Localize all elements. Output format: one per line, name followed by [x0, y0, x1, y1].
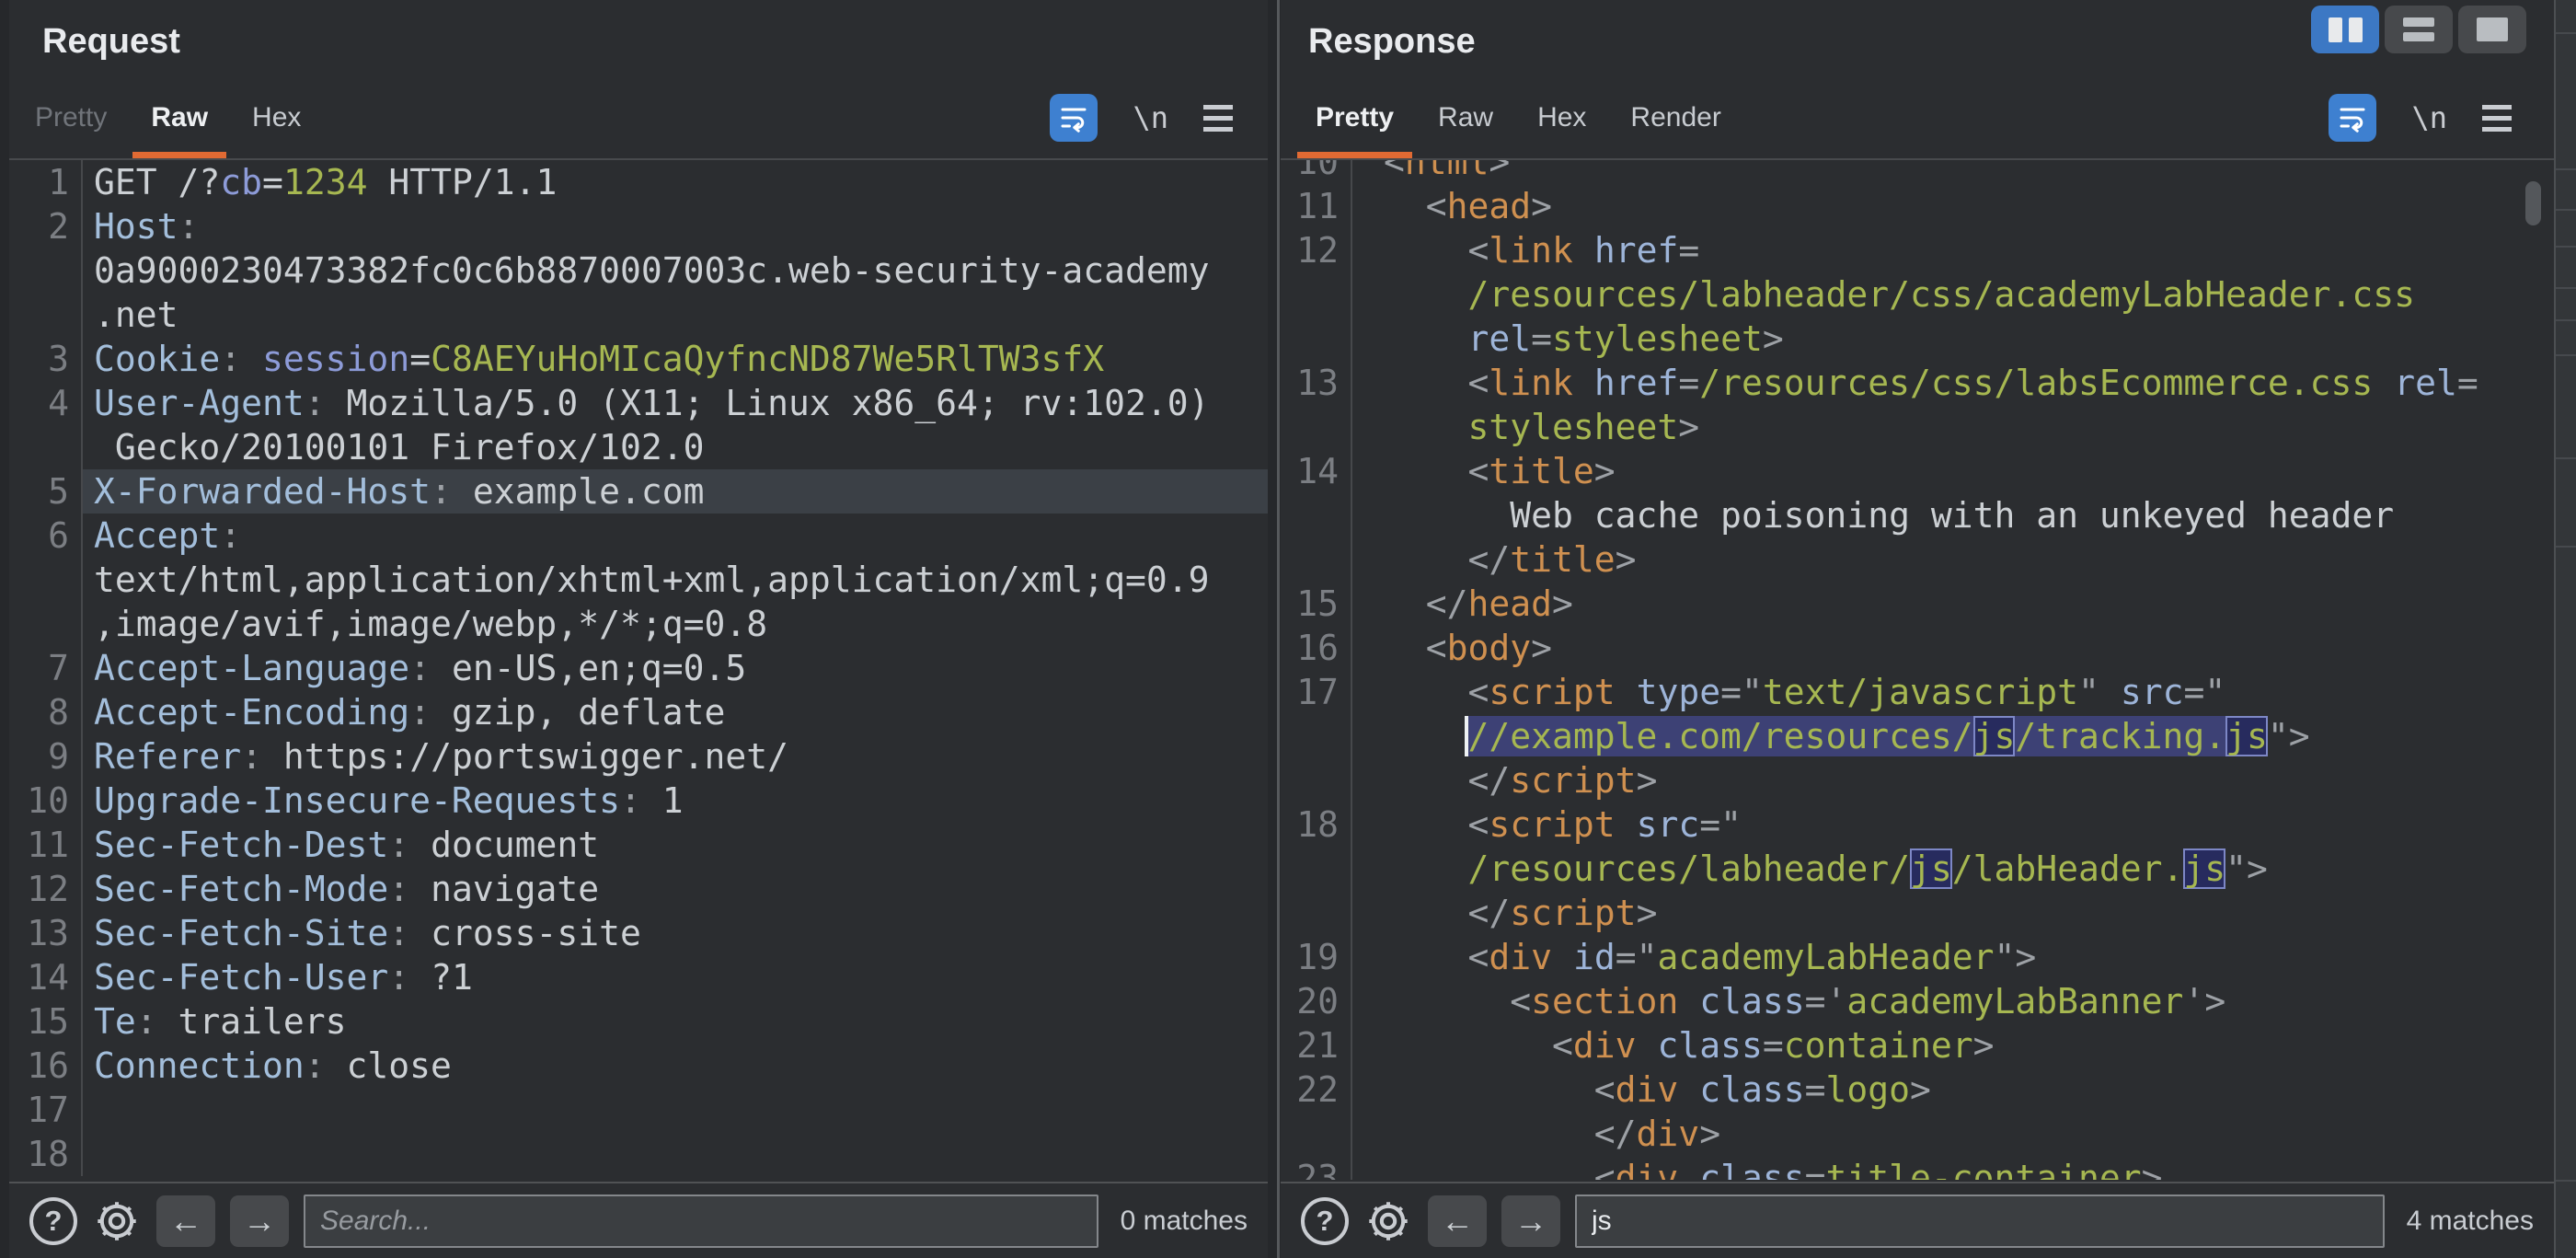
word-wrap-toggle-button[interactable]	[2329, 94, 2377, 142]
right-collapsed-strip[interactable]	[2554, 0, 2576, 1258]
request-search-bar: ? ← → 0 matches	[9, 1182, 1268, 1258]
response-scrollbar-thumb[interactable]	[2525, 181, 2541, 225]
code-line: 16 Connection: close	[9, 1044, 1268, 1088]
code-line: /resources/labheader/css/academyLabHeade…	[1281, 272, 2521, 317]
tab-hex[interactable]: Hex	[1515, 77, 1608, 158]
response-panel-title: Response	[1308, 22, 1476, 61]
code-line: </title>	[1281, 537, 2521, 582]
code-line: ,image/avif,image/webp,*/*;q=0.8	[9, 602, 1268, 646]
request-editor[interactable]: 1 GET /?cb=1234 HTTP/1.1 2 Host: 0a900023047…	[9, 160, 1268, 1180]
code-line: 7 Accept-Language: en-US,en;q=0.5	[9, 646, 1268, 690]
next-match-button[interactable]: →	[1501, 1195, 1560, 1247]
response-search-bar: ? ← → 4 matches	[1281, 1182, 2554, 1258]
code-line: /resources/labheader/js/labHeader.js">	[1281, 847, 2521, 891]
code-line: 13 <link href=/resources/css/labsEcommer…	[1281, 361, 2521, 405]
response-search-input[interactable]	[1575, 1194, 2385, 1248]
code-line: 14 Sec-Fetch-User: ?1	[9, 955, 1268, 999]
code-line: Gecko/20100101 Firefox/102.0	[9, 425, 1268, 469]
tab-hex[interactable]: Hex	[230, 77, 323, 158]
code-line: 4 User-Agent: Mozilla/5.0 (X11; Linux x86…	[9, 381, 1268, 425]
response-editor[interactable]: 10 <html> 11 <head> 12 <link href= /resourc…	[1281, 160, 2521, 1180]
code-line: </div>	[1281, 1112, 2521, 1156]
editor-menu-icon[interactable]	[2482, 104, 2512, 132]
code-line: 11 <head>	[1281, 184, 2521, 228]
word-wrap-toggle-button[interactable]	[1050, 94, 1098, 142]
layout-columns-button[interactable]	[2311, 6, 2379, 53]
code-line: stylesheet>	[1281, 405, 2521, 449]
code-line: 10 Upgrade-Insecure-Requests: 1	[9, 779, 1268, 823]
code-line: 22 <div class=logo>	[1281, 1068, 2521, 1112]
tab-raw[interactable]: Raw	[1416, 77, 1515, 158]
request-search-input[interactable]	[304, 1194, 1098, 1248]
word-wrap-icon	[1061, 108, 1087, 133]
code-line: 15 Te: trailers	[9, 999, 1268, 1044]
tab-render[interactable]: Render	[1608, 77, 1742, 158]
layout-rows-button[interactable]	[2385, 6, 2453, 53]
code-line: 0a9000230473382fc0c6b8870007003c.web-sec…	[9, 248, 1268, 293]
window-left-edge	[0, 0, 9, 1258]
code-line: 20 <section class='academyLabBanner'>	[1281, 979, 2521, 1023]
code-line: 5 X-Forwarded-Host: example.com	[9, 469, 1268, 514]
search-settings-gear-icon[interactable]	[1363, 1196, 1413, 1246]
code-line: </script>	[1281, 891, 2521, 935]
code-line: 2 Host:	[9, 204, 1268, 248]
code-line: 9 Referer: https://portswigger.net/	[9, 734, 1268, 779]
code-line: //example.com/resources/js/tracking.js">	[1281, 714, 2521, 758]
code-line: 23 <div class=title-container>	[1281, 1156, 2521, 1180]
request-panel-title: Request	[42, 22, 180, 61]
request-panel: Request Pretty Raw Hex \n 1 GET /?cb=1234 H…	[0, 0, 1268, 1258]
code-line: 11 Sec-Fetch-Dest: document	[9, 823, 1268, 867]
code-line: 21 <div class=container>	[1281, 1023, 2521, 1068]
panel-divider[interactable]	[1268, 0, 1281, 1258]
response-panel: Response Pretty Raw Hex Render \n 10 <html> 1…	[1281, 0, 2576, 1258]
layout-switcher	[2311, 6, 2526, 53]
code-line: 12 <link href=	[1281, 228, 2521, 272]
code-line: rel=stylesheet>	[1281, 317, 2521, 361]
response-tabbar: Pretty Raw Hex Render	[1294, 77, 1743, 158]
request-editor-toolbar: \n	[1050, 88, 1233, 147]
code-line: 10 <html>	[1281, 160, 2521, 184]
code-line: .net	[9, 293, 1268, 337]
response-editor-toolbar: \n	[2329, 88, 2512, 147]
previous-match-button[interactable]: ←	[156, 1195, 215, 1247]
code-line: text/html,application/xhtml+xml,applicat…	[9, 558, 1268, 602]
code-line: 16 <body>	[1281, 626, 2521, 670]
code-line: 1 GET /?cb=1234 HTTP/1.1	[9, 160, 1268, 204]
request-match-count: 0 matches	[1120, 1205, 1248, 1236]
editor-menu-icon[interactable]	[1203, 104, 1233, 132]
word-wrap-icon	[2340, 108, 2365, 133]
next-match-button[interactable]: →	[230, 1195, 289, 1247]
code-line: 6 Accept:	[9, 514, 1268, 558]
code-line: 13 Sec-Fetch-Site: cross-site	[9, 911, 1268, 955]
code-line: 18	[9, 1132, 1268, 1176]
code-line: 15 </head>	[1281, 582, 2521, 626]
show-newlines-toggle[interactable]: \n	[1133, 100, 1168, 135]
code-line: 8 Accept-Encoding: gzip, deflate	[9, 690, 1268, 734]
show-newlines-toggle[interactable]: \n	[2411, 100, 2447, 135]
tab-pretty[interactable]: Pretty	[1294, 77, 1416, 158]
tab-pretty[interactable]: Pretty	[13, 77, 129, 158]
layout-single-button[interactable]	[2458, 6, 2526, 53]
code-line: 18 <script src="	[1281, 802, 2521, 847]
code-line: </script>	[1281, 758, 2521, 802]
request-tabbar: Pretty Raw Hex	[13, 77, 323, 158]
code-line: 12 Sec-Fetch-Mode: navigate	[9, 867, 1268, 911]
code-line: 14 <title>	[1281, 449, 2521, 493]
search-help-icon[interactable]: ?	[29, 1196, 77, 1245]
search-settings-gear-icon[interactable]	[92, 1196, 142, 1246]
code-line: 17 <script type="text/javascript" src="	[1281, 670, 2521, 714]
response-match-count: 4 matches	[2406, 1205, 2534, 1236]
tab-raw[interactable]: Raw	[129, 77, 230, 158]
code-line: Web cache poisoning with an unkeyed head…	[1281, 493, 2521, 537]
code-line: 3 Cookie: session=C8AEYuHoMIcaQyfncND87We…	[9, 337, 1268, 381]
previous-match-button[interactable]: ←	[1428, 1195, 1487, 1247]
code-line: 19 <div id="academyLabHeader">	[1281, 935, 2521, 979]
search-help-icon[interactable]: ?	[1301, 1196, 1349, 1245]
code-line: 17	[9, 1088, 1268, 1132]
